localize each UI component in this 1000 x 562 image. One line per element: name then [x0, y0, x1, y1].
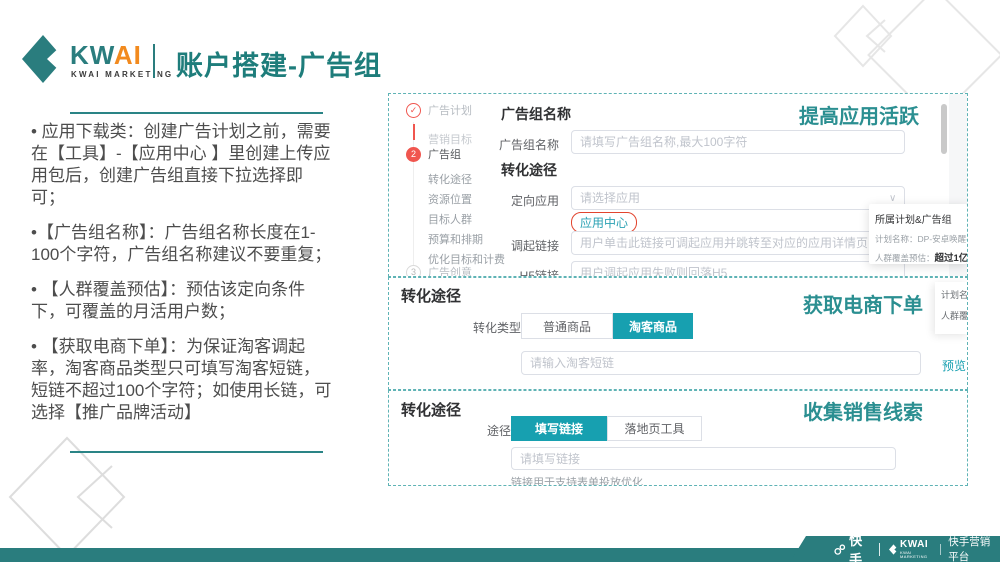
header-divider [153, 44, 155, 78]
lead-link-input[interactable] [511, 447, 896, 470]
path-label: 途径 [486, 424, 511, 438]
h5-link-input[interactable] [571, 261, 905, 276]
plan-summary-card: 所属计划&广告组 计划名称：DP-安卓唤醒-2.26 人群覆盖预估：超过1亿 [869, 204, 967, 264]
stepper-sub-marketing-goal[interactable]: 营销目标 [428, 131, 472, 147]
plan-name-row: 计划名称：DP-安卓唤醒-2.26 [875, 233, 967, 245]
audience-value: 超过1亿 [934, 253, 967, 264]
stepper-rail [413, 122, 414, 268]
app-select-label: 定向应用 [510, 194, 559, 208]
step-number-icon: 2 [406, 146, 421, 162]
stepper-connector [413, 124, 415, 140]
notes-top-rule [70, 112, 323, 114]
conversion-type-label: 转化类型 [472, 321, 521, 335]
kuaishou-wordmark: 快手 [849, 533, 863, 562]
plan-name-value: DP-安卓唤醒-2.26 [917, 234, 967, 244]
group-name-heading: 广告组名称 [501, 106, 571, 122]
scrollbar-thumb[interactable] [941, 104, 947, 154]
check-circle-icon: ✓ [406, 102, 421, 118]
annotation-ecommerce: 获取电商下单 [803, 295, 923, 317]
stepper-step-adplan[interactable]: ✓ 广告计划 [397, 102, 472, 118]
fragment-line: 人群覆 [941, 311, 968, 321]
footer-brand-bar: 快手 KWAI KWAI MARKETING 快手营销平台 [790, 536, 1000, 562]
plan-name-label: 计划名称： [875, 234, 918, 244]
stepper-sub-conversion[interactable]: 转化途径 [428, 171, 472, 187]
stepper-sub-budget[interactable]: 预算和排期 [428, 231, 483, 247]
note-bullet: • 【人群覆盖预估】：预估该定向条件下，可覆盖的月活用户数； [31, 280, 306, 321]
slide: KWAI KWAI MARKETING 账户搭建-广告组 • 应用下载类：创建广… [0, 0, 1000, 562]
conversion-heading: 转化途径 [401, 288, 462, 305]
option-normal-goods[interactable]: 普通商品 [521, 313, 613, 339]
annotation-app-activation: 提高应用活跃 [799, 106, 919, 128]
panel-ecommerce-order: 转化途径 获取电商下单 计划名 人群覆 转化类型 普通商品 淘客商品 预览 [388, 277, 968, 390]
option-landing-page-tool[interactable]: 落地页工具 [607, 416, 702, 441]
option-fill-link[interactable]: 填写链接 [511, 416, 607, 441]
footer-divider [940, 543, 942, 555]
plan-card-fragment: 计划名 人群覆 [935, 282, 968, 334]
stepper-sub-placement[interactable]: 资源位置 [428, 191, 472, 207]
kuaishou-icon [834, 543, 846, 555]
logo-subtitle: KWAI MARKETING [71, 70, 174, 79]
step-label: 广告组 [428, 149, 461, 161]
app-select[interactable] [571, 186, 905, 210]
panel-app-activation: ✓ 广告计划 营销目标 2 广告组 转化途径 资源位置 目标人群 预算和排期 优… [388, 93, 968, 277]
note-bullet: • 【获取电商下单】：为保证淘客调起率，淘客商品类型只可填写淘客短链，短链不超过… [31, 337, 332, 422]
link-helper-text: 链接用于支持表单投放优化 [511, 477, 643, 486]
fragment-line: 计划名 [941, 290, 968, 300]
wizard-stepper: ✓ 广告计划 营销目标 2 广告组 转化途径 资源位置 目标人群 预算和排期 优… [397, 102, 505, 277]
chevron-outline-decoration [8, 436, 126, 558]
step-number-icon: 3 [406, 264, 421, 276]
kwai-icon [889, 543, 899, 555]
audience-label: 人群覆盖预估： [875, 253, 935, 263]
group-name-input[interactable] [571, 130, 905, 154]
step-label: 广告创意 [428, 267, 472, 277]
logo-ai: AI [113, 40, 142, 70]
kwai-text: KWAI [900, 538, 929, 550]
note-bullet: • 应用下载类：创建广告计划之前，需要在【工具】-【应用中心 】里创建上传应用包… [31, 122, 331, 207]
kuaishou-logo: 快手 [834, 533, 870, 562]
audience-row: 人群覆盖预估：超过1亿 [875, 250, 967, 264]
conversion-heading: 转化途径 [501, 162, 557, 178]
preview-link[interactable]: 预览 [942, 357, 966, 374]
group-name-label: 广告组名称 [498, 138, 559, 152]
footer-divider [879, 542, 880, 556]
conversion-heading: 转化途径 [401, 402, 462, 419]
stepper-step-adgroup[interactable]: 2 广告组 [397, 146, 461, 162]
panel-sales-leads: 转化途径 收集销售线索 途径 填写链接 落地页工具 链接用于支持表单投放优化 [388, 390, 968, 486]
app-center-link[interactable]: 应用中心 [571, 212, 638, 233]
kwai-subtext: KWAI MARKETING [900, 549, 928, 559]
page-title: 账户搭建-广告组 [176, 51, 382, 81]
invoke-link-input[interactable] [571, 231, 905, 255]
stepper-step-creative[interactable]: 3 广告创意 [397, 264, 472, 277]
notes-bottom-rule [70, 451, 323, 453]
stepper-sub-audience[interactable]: 目标人群 [428, 211, 472, 227]
annotation-sales-leads: 收集销售线索 [803, 402, 923, 424]
logo-kw: KW [70, 40, 114, 70]
platform-name: 快手营销平台 [948, 536, 991, 562]
invoke-link-label: 调起链接 [510, 239, 559, 253]
option-taoke-goods[interactable]: 淘客商品 [613, 313, 693, 339]
taoke-link-input[interactable] [521, 351, 921, 375]
notes-block: • 应用下载类：创建广告计划之前，需要在【工具】-【应用中心 】里创建上传应用包… [31, 121, 333, 437]
h5-link-label: H5链接 [519, 269, 559, 277]
chevron-down-icon[interactable]: ∨ [889, 193, 896, 204]
kwai-logo-icon [22, 35, 64, 83]
step-label: 广告计划 [428, 105, 472, 117]
note-bullet: •【广告组名称】：广告组名称长度在1-100个字符，广告组名称建议不要重复； [31, 223, 332, 264]
kwai-wordmark: KWAI KWAI MARKETING [900, 538, 933, 559]
plan-card-title: 所属计划&广告组 [875, 215, 952, 226]
kwai-logo-text: KWAI [70, 40, 142, 71]
